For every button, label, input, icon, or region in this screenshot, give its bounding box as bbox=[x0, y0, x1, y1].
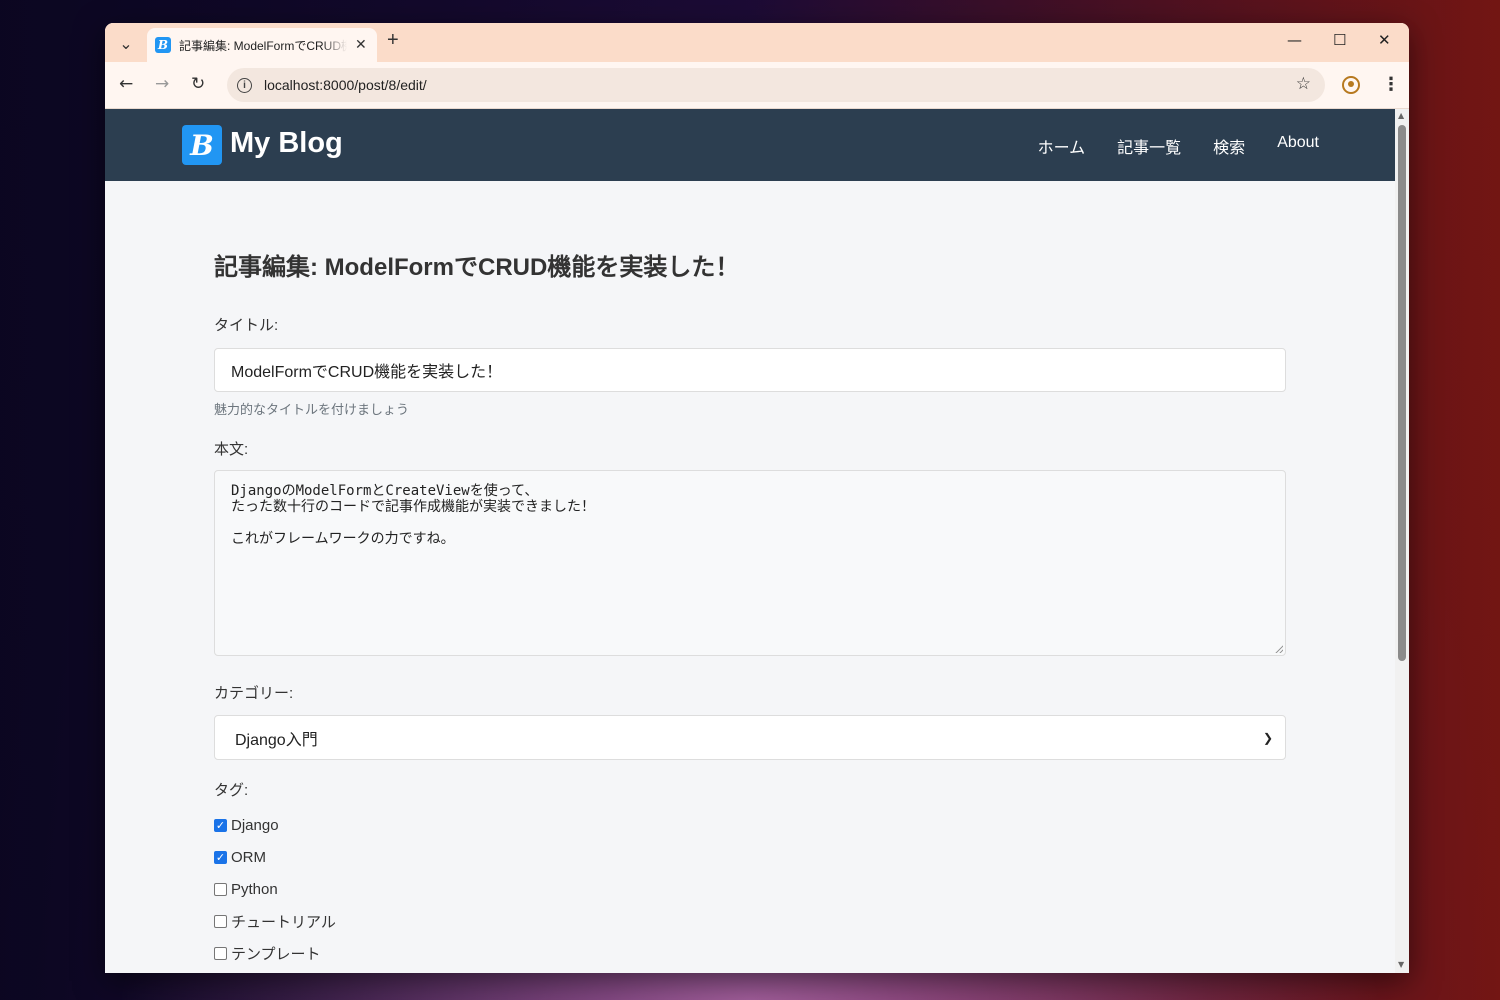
tag-option[interactable]: ORM bbox=[214, 841, 1286, 873]
browser-toolbar: ← → ↻ i localhost:8000/post/8/edit/ ☆ ⋮ bbox=[105, 62, 1409, 109]
nav-home-link[interactable]: ホーム bbox=[1038, 134, 1086, 158]
body-text: DjangoのModelFormとCreateViewを使って、 たった数十行の… bbox=[231, 483, 595, 547]
title-help-text: 魅力的なタイトルを付けましょう bbox=[214, 402, 410, 417]
category-select[interactable]: Django入門 ❯ bbox=[214, 715, 1286, 760]
scroll-down-arrow-icon[interactable]: ▼ bbox=[1398, 960, 1404, 969]
tag-checkbox[interactable] bbox=[214, 850, 227, 864]
tag-checkbox[interactable] bbox=[214, 914, 227, 928]
tags-label: タグ: bbox=[214, 782, 249, 799]
tag-option[interactable]: Python bbox=[214, 873, 1286, 905]
nav-about-link[interactable]: About bbox=[1277, 134, 1319, 158]
tag-checkbox-list: Django ORM Python チュートリアルテンプレートデータベース bbox=[214, 809, 1286, 973]
resize-handle-icon[interactable] bbox=[1275, 645, 1283, 653]
logo-icon[interactable]: B bbox=[182, 125, 222, 165]
url-text: localhost:8000/post/8/edit/ bbox=[264, 77, 427, 93]
tab-title: 記事編集: ModelFormでCRUD機能を実装した！ bbox=[179, 38, 347, 53]
site-info-icon[interactable]: i bbox=[237, 77, 252, 93]
body-textarea[interactable]: DjangoのModelFormとCreateViewを使って、 たった数十行の… bbox=[214, 470, 1286, 656]
tab-strip: ⌄ B 記事編集: ModelFormでCRUD機能を実装した！ ✕ + — ☐… bbox=[105, 23, 1409, 62]
edit-form: 記事編集: ModelFormでCRUD機能を実装した！ タイトル: Model… bbox=[214, 181, 1286, 973]
bookmark-star-icon[interactable]: ☆ bbox=[1296, 74, 1311, 94]
category-label: カテゴリー: bbox=[214, 685, 294, 702]
page-title: 記事編集: ModelFormでCRUD機能を実装した！ bbox=[214, 254, 740, 281]
site-header: B My Blog ホーム 記事一覧 検索 About bbox=[105, 109, 1395, 181]
body-label: 本文: bbox=[214, 441, 249, 458]
minimize-button[interactable]: — bbox=[1287, 31, 1302, 49]
site-nav: ホーム 記事一覧 検索 About bbox=[1038, 134, 1319, 158]
tag-label[interactable]: Python bbox=[231, 881, 278, 898]
tag-checkbox[interactable] bbox=[214, 818, 227, 832]
close-tab-icon[interactable]: ✕ bbox=[355, 37, 367, 53]
nav-search-link[interactable]: 検索 bbox=[1213, 134, 1245, 158]
address-bar[interactable]: i localhost:8000/post/8/edit/ ☆ bbox=[227, 68, 1325, 102]
chevron-down-icon: ⌄ bbox=[119, 33, 133, 53]
maximize-button[interactable]: ☐ bbox=[1333, 31, 1346, 49]
vertical-scrollbar[interactable]: ▲ ▼ bbox=[1395, 109, 1409, 973]
tag-option[interactable]: データベース bbox=[214, 969, 1286, 973]
title-label: タイトル: bbox=[214, 317, 279, 334]
tag-option[interactable]: テンプレート bbox=[214, 937, 1286, 969]
browser-window: ⌄ B 記事編集: ModelFormでCRUD機能を実装した！ ✕ + — ☐… bbox=[105, 23, 1409, 973]
close-window-button[interactable]: ✕ bbox=[1378, 31, 1391, 49]
new-tab-button[interactable]: + bbox=[387, 29, 399, 52]
scroll-up-arrow-icon[interactable]: ▲ bbox=[1398, 111, 1404, 120]
tag-label[interactable]: ORM bbox=[231, 849, 266, 866]
reload-button[interactable]: ↻ bbox=[191, 74, 205, 94]
page-viewport: B My Blog ホーム 記事一覧 検索 About 記事編集: ModelF… bbox=[105, 109, 1395, 973]
title-input[interactable]: ModelFormでCRUD機能を実装した！ bbox=[214, 348, 1286, 392]
kebab-menu-icon[interactable]: ⋮ bbox=[1382, 74, 1400, 95]
tag-option[interactable]: Django bbox=[214, 809, 1286, 841]
category-selected-value: Django入門 bbox=[235, 731, 318, 749]
tag-option[interactable]: チュートリアル bbox=[214, 905, 1286, 937]
nav-posts-link[interactable]: 記事一覧 bbox=[1117, 134, 1181, 158]
active-tab[interactable]: B 記事編集: ModelFormでCRUD機能を実装した！ ✕ bbox=[147, 28, 377, 62]
back-button[interactable]: ← bbox=[119, 74, 133, 94]
favicon-icon: B bbox=[155, 37, 171, 53]
tag-label[interactable]: チュートリアル bbox=[231, 911, 336, 932]
profile-icon[interactable] bbox=[1342, 76, 1360, 94]
site-title[interactable]: My Blog bbox=[230, 127, 343, 160]
tag-checkbox[interactable] bbox=[214, 882, 227, 896]
scrollbar-thumb[interactable] bbox=[1398, 125, 1406, 661]
tag-checkbox[interactable] bbox=[214, 946, 227, 960]
tag-label[interactable]: テンプレート bbox=[231, 943, 321, 964]
chevron-down-icon: ❯ bbox=[1262, 730, 1273, 745]
tab-search-button[interactable]: ⌄ bbox=[113, 30, 139, 56]
tag-label[interactable]: Django bbox=[231, 817, 279, 834]
forward-button[interactable]: → bbox=[155, 74, 169, 94]
